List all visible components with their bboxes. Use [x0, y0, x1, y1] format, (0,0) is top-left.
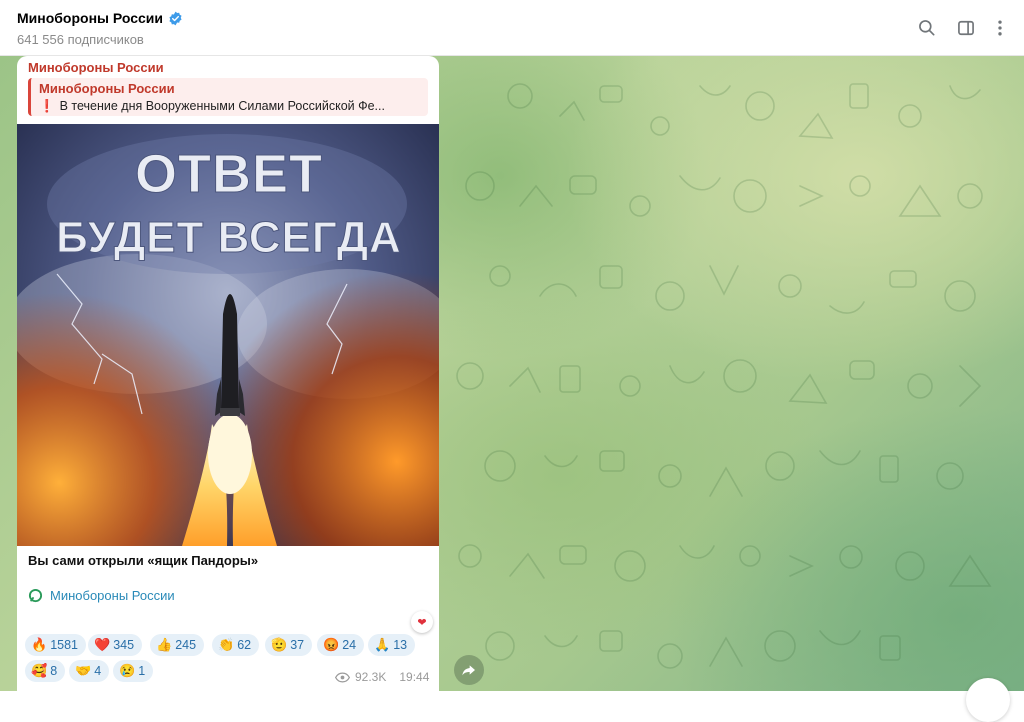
search-icon: [919, 20, 935, 36]
photo-headline-line2: БУДЕТ ВСЕГДА: [56, 213, 402, 262]
reaction-heart[interactable]: ❤️ 345: [88, 634, 143, 656]
view-count: 92.3K: [355, 670, 387, 684]
clapping-hands-icon: 👏: [218, 637, 235, 652]
share-button[interactable]: [454, 655, 484, 685]
reaction-clap[interactable]: 👏 62: [212, 634, 260, 656]
message-caption: Вы сами открыли «ящик Пандоры»: [28, 553, 259, 568]
photo-headline-line1: ОТВЕТ: [135, 144, 323, 204]
thumbs-up-icon: 👍: [156, 637, 173, 652]
message-photo[interactable]: ОТВЕТ БУДЕТ ВСЕГДА: [17, 124, 439, 546]
reaction-count: 1: [138, 664, 146, 678]
reaction-count: 24: [342, 638, 357, 652]
reaction-count: 13: [393, 638, 408, 652]
reaction-thumbs-up[interactable]: 👍 245: [150, 634, 205, 656]
search-button[interactable]: [915, 16, 939, 40]
reaction-count: 62: [237, 638, 252, 652]
reaction-fire[interactable]: 🔥 1581: [25, 634, 86, 656]
reaction-count: 1581: [50, 638, 78, 652]
sidebar-toggle-button[interactable]: [954, 16, 978, 40]
reaction-cry[interactable]: 😢 1: [113, 660, 154, 682]
handshake-icon: 🤝: [75, 663, 92, 678]
signature-label[interactable]: Минобороны России: [50, 588, 175, 603]
reaction-count: 8: [50, 664, 58, 678]
reaction-count: 4: [94, 664, 102, 678]
message-time: 19:44: [399, 670, 430, 684]
angry-face-icon: 😡: [323, 637, 340, 652]
heart-icon: ❤️: [94, 637, 111, 652]
more-button[interactable]: [988, 16, 1012, 40]
more-vertical-icon: [998, 20, 1002, 36]
exclamation-icon: ❗: [39, 99, 55, 113]
reply-text: ❗ В течение дня Вооруженными Силами Росси…: [39, 99, 421, 114]
channel-signature[interactable]: Минобороны России: [28, 588, 175, 603]
reaction-count: 37: [290, 638, 305, 652]
scroll-down-button[interactable]: [966, 678, 1010, 722]
eye-icon: [335, 671, 350, 683]
reaction-in-love[interactable]: 🥰 8: [25, 660, 66, 682]
reaction-count: 345: [113, 638, 135, 652]
praying-hands-icon: 🙏: [374, 637, 391, 652]
chat-header: Минобороны России 641 556 подписчиков: [0, 0, 1024, 56]
crying-face-icon: 😢: [119, 663, 136, 678]
share-arrow-icon: [462, 665, 475, 676]
reaction-salute[interactable]: 🫡 37: [265, 634, 313, 656]
reaction-pray[interactable]: 🙏 13: [368, 634, 416, 656]
reaction-angry[interactable]: 😡 24: [317, 634, 365, 656]
smiling-hearts-icon: 🥰: [31, 663, 48, 678]
fire-icon: 🔥: [31, 637, 48, 652]
reaction-handshake[interactable]: 🤝 4: [69, 660, 110, 682]
reaction-count: 245: [175, 638, 197, 652]
reply-author: Минобороны России: [39, 81, 175, 96]
message-bubble[interactable]: Минобороны России Минобороны России ❗ В т…: [17, 56, 439, 691]
my-reaction-indicator: ❤: [411, 611, 433, 633]
salute-icon: 🫡: [271, 637, 288, 652]
reply-snippet: В течение дня Вооруженными Силами Россий…: [59, 99, 385, 113]
channel-link-icon: [28, 588, 43, 603]
message-meta: 92.3K 19:44: [335, 670, 429, 684]
sidebar-toggle-icon: [958, 20, 974, 36]
message-author[interactable]: Минобороны России: [28, 60, 164, 75]
title-row[interactable]: Минобороны России: [17, 10, 183, 26]
subscriber-count: 641 556 подписчиков: [17, 32, 144, 47]
verified-badge-icon: [169, 11, 182, 25]
channel-title[interactable]: Минобороны России: [17, 10, 163, 26]
heart-icon: ❤: [417, 616, 427, 629]
reply-preview[interactable]: Минобороны России ❗ В течение дня Вооруже…: [28, 78, 428, 116]
